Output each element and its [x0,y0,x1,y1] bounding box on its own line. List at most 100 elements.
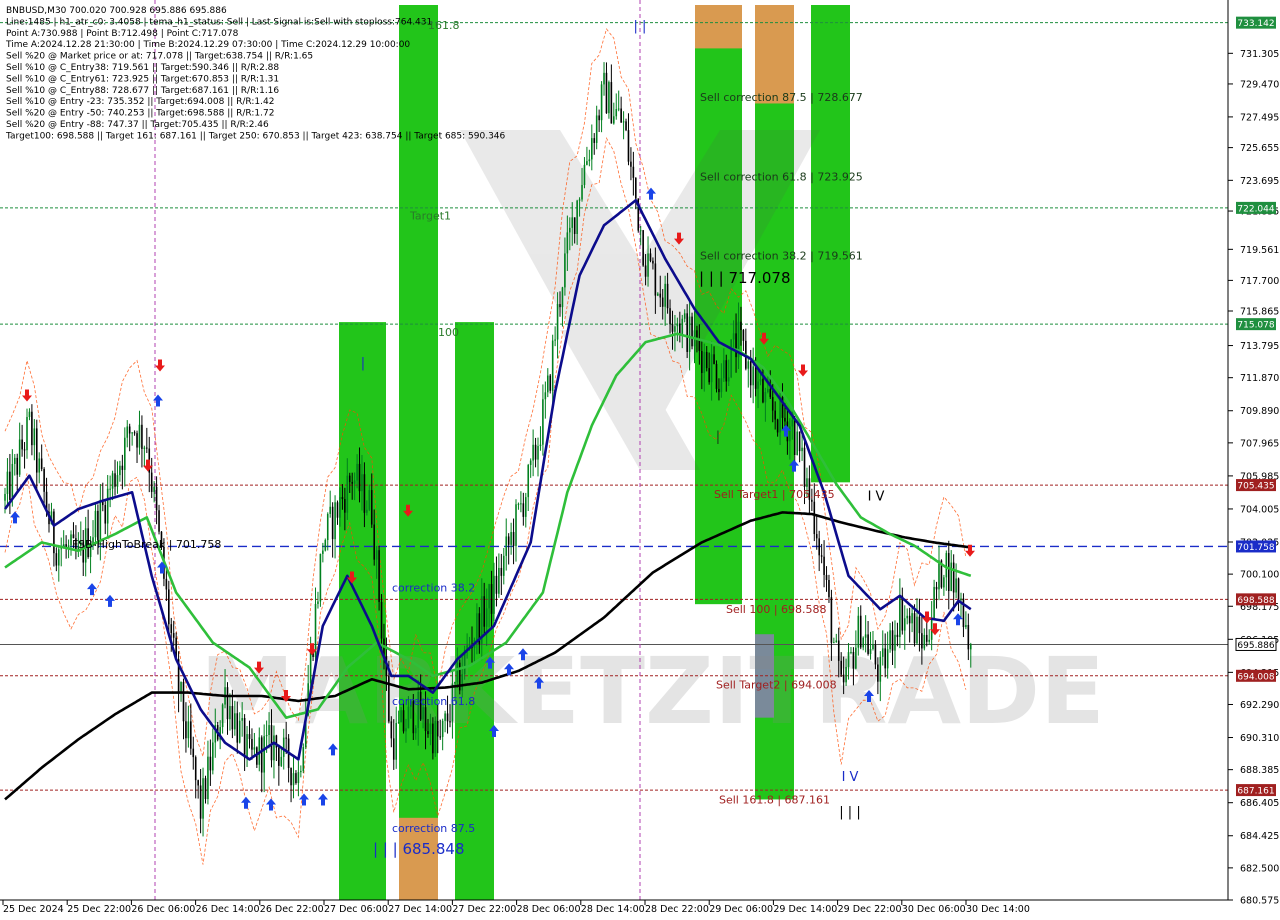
candle-body [923,634,926,649]
candle-body [664,283,666,307]
buy-arrow-icon [241,796,251,809]
candle-body [901,595,904,631]
candle-body [527,465,530,498]
candle-body [60,548,63,550]
candle-body [273,735,275,761]
candle-body [874,644,877,665]
candle-body [862,637,864,648]
candle-body [446,713,449,722]
y-tick-label: 682.500 [1240,863,1279,874]
candle-body [852,651,855,669]
y-tick-label: 717.700 [1240,276,1279,287]
x-tick-label: 26 Dec 14:00 [196,904,260,915]
candle-body [884,648,886,669]
candle-body [779,396,781,433]
candle-body [950,562,953,592]
candle-body [344,499,346,513]
candle-body [182,681,185,722]
candle-body [661,297,664,307]
annotation-label: Sell 161.8 | 687.161 [719,793,830,806]
candle-body [520,503,522,505]
signal-zone [455,322,494,900]
candle-body [872,644,874,649]
candle-body [825,574,828,580]
y-tick-label: 723.695 [1240,176,1279,187]
candle-body [806,478,808,487]
candle-body [248,734,251,739]
candle-body [170,624,173,634]
candle-body [747,361,750,369]
y-tick-label: 692.290 [1240,700,1279,711]
annotation-label: Sell Target2 | 694.008 [716,678,837,691]
candle-body [830,597,833,643]
annotation-label: 100 [438,326,459,339]
candle-body [916,616,918,644]
candle-body [370,490,373,525]
candle-body [647,253,649,277]
candle-body [598,115,600,121]
candle-body [723,360,725,379]
candle-body [322,550,324,554]
candle-body [429,723,432,735]
candle-body [317,601,319,604]
x-tick-label: 28 Dec 22:00 [645,904,709,915]
info-line: Sell %10 @ C_Entry61: 723.925 || Target:… [6,74,279,84]
candle-body [106,488,109,524]
sell-arrow-icon [22,389,32,402]
price-chart[interactable]: MARKETZITRADE 161.8 Target1 100 Sell correc… [0,0,1280,920]
candle-body [94,510,97,538]
candle-body [869,648,872,654]
y-tick-label: 684.425 [1240,831,1279,842]
candle-body [153,486,155,492]
candle-body [571,217,574,228]
candle-body [742,330,745,341]
candle-body [947,553,950,592]
candle-body [730,339,732,378]
candle-body [500,567,503,576]
x-tick-label: 25 Dec 2024 [3,904,64,915]
candle-body [906,615,909,619]
candle-body [353,480,356,484]
annotation-label: Sell 100 | 698.588 [726,603,827,616]
candle-body [280,756,283,766]
candle-body [18,439,21,475]
candle-body [53,511,55,554]
info-line: Target100: 698.588 || Target 161: 687.16… [5,131,506,141]
x-tick-label: 29 Dec 06:00 [709,904,773,915]
candle-body [803,447,806,487]
candle-body [754,366,757,389]
candle-body [336,502,339,518]
candle-body [31,411,33,446]
annotation-label: Sell correction 38.2 | 719.561 [700,249,863,262]
candle-body [532,444,534,461]
candle-body [586,161,588,165]
candle-body [324,540,327,551]
price-axis [1227,0,1280,920]
candle-body [913,613,916,644]
candle-body [187,721,190,739]
candle-body [776,419,779,433]
candle-body [40,458,43,469]
candle-body [732,333,735,340]
candle-body [57,549,60,566]
info-line: Sell %20 @ Entry -88: 747.37 || Target:7… [6,120,269,130]
candle-body [928,639,931,642]
candle-body [615,109,618,117]
candle-body [282,737,285,757]
candle-body [593,138,596,143]
candle-body [603,72,605,85]
x-tick-label: 30 Dec 14:00 [966,904,1030,915]
y-tick-label: 729.470 [1240,79,1279,90]
candle-body [620,108,622,123]
price-tag-label: 698.588 [1237,596,1274,606]
candle-body [402,710,405,732]
wave-label: I V [868,490,885,505]
candle-body [762,379,764,403]
candle-body [542,399,544,445]
y-tick-label: 686.405 [1240,798,1279,809]
x-tick-label: 28 Dec 14:00 [581,904,645,915]
candle-body [251,738,253,750]
watermark: MARKETZITRADE [200,130,1105,745]
candle-body [798,431,801,452]
y-tick-label: 725.655 [1240,143,1279,154]
